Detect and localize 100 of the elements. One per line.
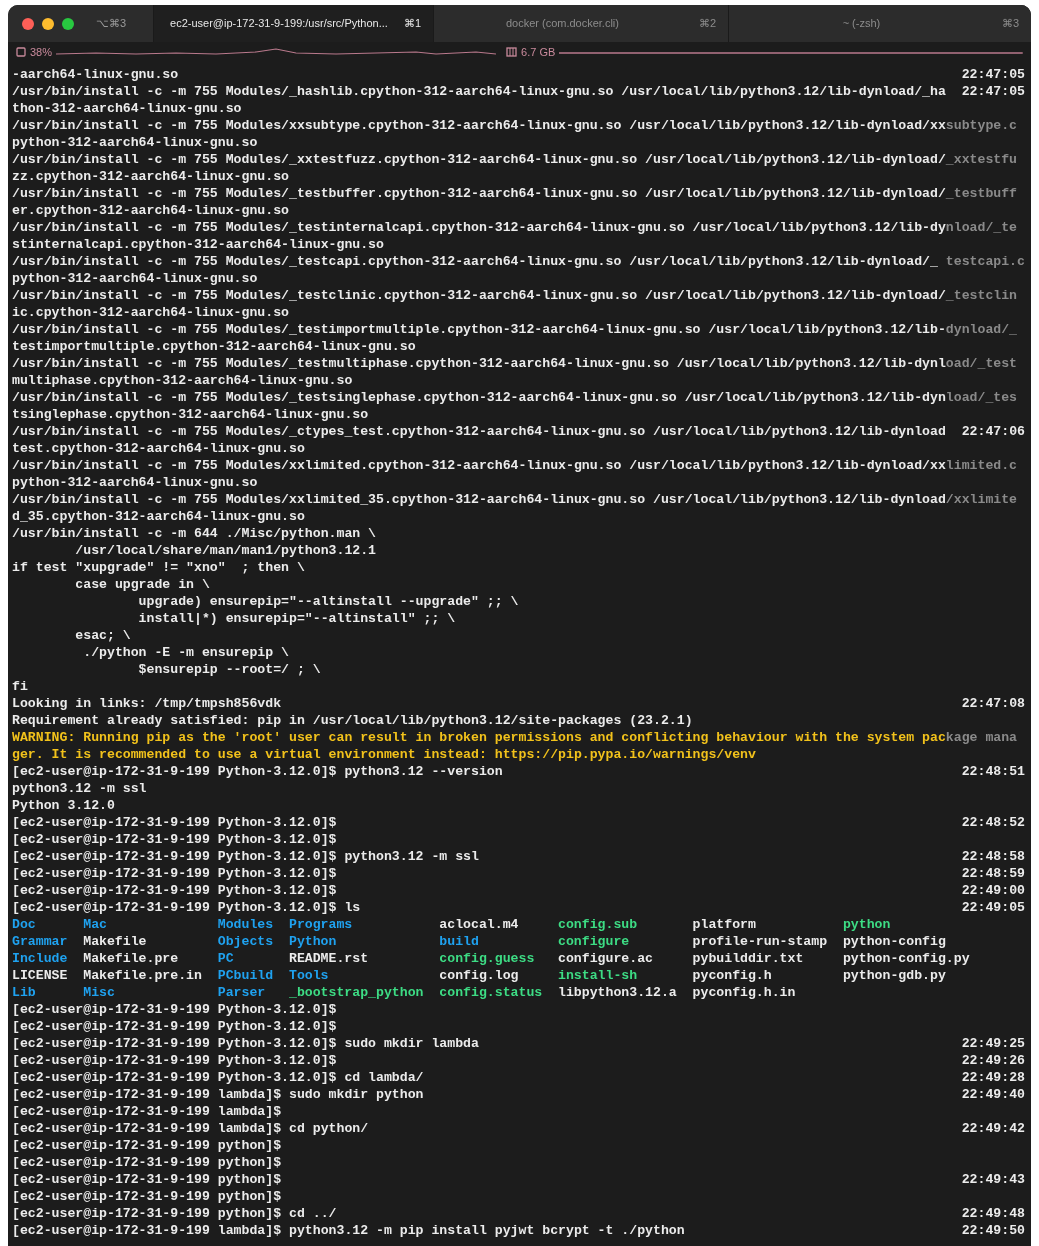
minimize-button[interactable] [42, 17, 54, 30]
timestamp: 22:49:26 [961, 1052, 1025, 1069]
file-name: config.sub [558, 917, 638, 932]
file-name: Parser [217, 985, 266, 1000]
terminal-line: python-312-aarch64-linux-gnu.so [12, 271, 258, 286]
terminal-line: -aarch64-linux-gnu.so [12, 67, 179, 82]
terminal-line: [ec2-user@ip-172-31-9-199 python]$ [12, 1172, 282, 1187]
terminal-line: fi [12, 679, 28, 694]
terminal-line: [ec2-user@ip-172-31-9-199 python]$ [12, 1138, 282, 1153]
terminal-line: /usr/bin/install -c -m 755 Modules/_testimportmultiple.cpython-312-aarch64-linux-gnu.so /usr/local/lib/python3.12/lib- [12, 322, 946, 337]
terminal-line: [ec2-user@ip-172-31-9-199 Python-3.12.0]$ sudo mkdir lambda [12, 1036, 479, 1051]
terminal-line: ./python -E -m ensurepip \ [82, 645, 289, 660]
terminal-line: test.cpython-312-aarch64-linux-gnu.so [12, 441, 305, 456]
terminal-line: /usr/bin/install -c -m 755 Modules/_testcapi.cpython-312-aarch64-linux-gnu.so /usr/local/lib/python3.12/lib-dynload/_ [12, 254, 938, 269]
terminal-tab[interactable]: ~ (-zsh) ⌘3 [728, 5, 1031, 42]
timestamp: 22:48:51 [961, 763, 1025, 780]
terminal-line: er.cpython-312-aarch64-linux-gnu.so [12, 203, 289, 218]
file-name: config.status [439, 985, 543, 1000]
terminal-line: multiphase.cpython-312-aarch64-linux-gnu.so [12, 373, 353, 388]
terminal-line: [ec2-user@ip-172-31-9-199 Python-3.12.0]$ [12, 1053, 337, 1068]
timestamp: 22:47:06 [961, 423, 1025, 440]
file-name: Lib [12, 985, 36, 1000]
terminal-line: /usr/local/share/man/man1/python3.12.1 [74, 543, 377, 558]
terminal-line: /usr/bin/install -c -m 755 Modules/_hashlib.cpython-312-aarch64-linux-gnu.so /usr/local/lib/python3.12/lib-dynload/_ha [12, 84, 946, 99]
file-name: LICENSE [12, 968, 68, 983]
terminal-line: Looking in links: /tmp/tmpsh856vdk [12, 696, 282, 711]
terminal-line: [ec2-user@ip-172-31-9-199 Python-3.12.0]$ [12, 883, 337, 898]
file-name: python-config.py [842, 951, 970, 966]
terminal-line: Requirement already satisfied: pip in /usr/local/lib/python3.12/site-packages (23.2.1) [12, 713, 693, 728]
terminal-line-overflow: dynload/_ [945, 321, 1018, 338]
terminal-line: [ec2-user@ip-172-31-9-199 Python-3.12.0]$ [12, 832, 337, 847]
file-name: Makefile.pre [83, 951, 179, 966]
timestamp: 22:49:48 [961, 1205, 1025, 1222]
timestamp: 22:49:05 [961, 899, 1025, 916]
terminal-line-overflow: _testclin [945, 287, 1018, 304]
terminal-line-overflow: /xxlimite [945, 491, 1018, 508]
file-name: Grammar [12, 934, 68, 949]
close-button[interactable] [22, 17, 34, 30]
terminal-line: [ec2-user@ip-172-31-9-199 Python-3.12.0]$ [12, 1019, 337, 1034]
file-name: Include [12, 951, 68, 966]
terminal-line: tsinglephase.cpython-312-aarch64-linux-gnu.so [12, 407, 369, 422]
terminal-line: [ec2-user@ip-172-31-9-199 python]$ cd ../ [12, 1206, 337, 1221]
terminal-line: /usr/bin/install -c -m 755 Modules/xxsubtype.cpython-312-aarch64-linux-gnu.so /usr/local/lib/python3.12/lib-dynload/xx [12, 118, 946, 133]
terminal-line-overflow: subtype.c [945, 117, 1018, 134]
terminal-line: python-312-aarch64-linux-gnu.so [12, 475, 258, 490]
timestamp: 22:49:40 [961, 1086, 1025, 1103]
terminal-line: [ec2-user@ip-172-31-9-199 Python-3.12.0]$ [12, 815, 337, 830]
file-name: python [842, 917, 891, 932]
terminal-line: /usr/bin/install -c -m 755 Modules/xxlimited_35.cpython-312-aarch64-linux-gnu.so /usr/local/lib/python3.12/lib-dynload [12, 492, 946, 507]
timestamp: 22:48:59 [961, 865, 1025, 882]
terminal-line-overflow: _testbuff [945, 185, 1018, 202]
zoom-button[interactable] [62, 17, 74, 30]
file-name: build [439, 934, 479, 949]
terminal-line-overflow: kage mana [945, 729, 1018, 746]
file-name: _bootstrap_python [288, 985, 424, 1000]
file-name: Mac [83, 917, 107, 932]
terminal-line: [ec2-user@ip-172-31-9-199 Python-3.12.0]$ python3.12 -m ssl [12, 849, 479, 864]
file-name: configure [558, 934, 630, 949]
terminal-line: /usr/bin/install -c -m 755 Modules/_testinternalcapi.cpython-312-aarch64-linux-gnu.so /usr/local/lib/python3.12/lib-dy [12, 220, 946, 235]
file-name: Modules [217, 917, 274, 932]
timestamp: 22:49:42 [961, 1120, 1025, 1137]
terminal-line: WARNING: Running pip as the 'root' user can result in broken permissions and conflicting behaviour with the system pac [12, 730, 946, 745]
file-name: config.log [439, 968, 519, 983]
terminal-line: thon-312-aarch64-linux-gnu.so [12, 101, 242, 116]
terminal-line-overflow: oad/_test [945, 355, 1018, 372]
terminal-line: [ec2-user@ip-172-31-9-199 Python-3.12.0]$ cd lambda/ [12, 1070, 424, 1085]
file-name: configure.ac [558, 951, 653, 966]
terminal-line-overflow: testcapi.c [945, 253, 1025, 270]
timestamp: 22:47:05 [961, 83, 1025, 100]
terminal-line: [ec2-user@ip-172-31-9-199 python]$ [12, 1155, 282, 1170]
terminal-line: [ec2-user@ip-172-31-9-199 Python-3.12.0]$ [12, 1002, 337, 1017]
terminal-line: [ec2-user@ip-172-31-9-199 lambda]$ sudo mkdir python [12, 1087, 424, 1102]
terminal-line: /usr/bin/install -c -m 644 ./Misc/python.man \ [12, 526, 377, 541]
terminal-line: [ec2-user@ip-172-31-9-199 python]$ [12, 1189, 282, 1204]
file-name: python-gdb.py [842, 968, 946, 983]
file-name: Programs [288, 917, 353, 932]
terminal-line: Python 3.12.0 [12, 798, 115, 813]
timestamp: 22:49:00 [961, 882, 1025, 899]
file-name: pybuilddir.txt [692, 951, 804, 966]
terminal-line: zz.cpython-312-aarch64-linux-gnu.so [12, 169, 289, 184]
terminal-line: ger. It is recommended to use a virtual environment instead: https://pip.pypa.io/warnings/venv [12, 747, 756, 762]
terminal-line-overflow: _xxtestfu [945, 151, 1018, 168]
timestamp: 22:48:58 [961, 848, 1025, 865]
memory-usage: 6.7 GB [521, 44, 556, 60]
terminal-tab[interactable]: ec2-user@ip-172-31-9-199:/usr/src/Python... ⌘1 [153, 5, 433, 42]
terminal-line: $ensurepip --root=/ ; \ [137, 662, 321, 677]
terminal-line: upgrade) ensurepip="--altinstall --upgrade" ;; \ [137, 594, 519, 609]
terminal-line-overflow: load/_tes [945, 389, 1018, 406]
file-name: libpython3.12.a [558, 985, 677, 1000]
timestamp: 22:47:05 [961, 66, 1025, 83]
memory-icon [506, 47, 518, 57]
window-shortcut: ⌥⌘3 [96, 16, 127, 32]
terminal-line-overflow: limited.c [945, 457, 1018, 474]
timestamp: 22:49:28 [961, 1069, 1025, 1086]
terminal-line: /usr/bin/install -c -m 755 Modules/_ctypes_test.cpython-312-aarch64-linux-gnu.so /usr/local/lib/python3.12/lib-dynload [12, 424, 946, 439]
file-name: Doc [12, 917, 36, 932]
file-name: install-sh [558, 968, 638, 983]
terminal-line: /usr/bin/install -c -m 755 Modules/_testbuffer.cpython-312-aarch64-linux-gnu.so /usr/local/lib/python3.12/lib-dynload/ [12, 186, 946, 201]
file-name: PCbuild [217, 968, 274, 983]
terminal-line: [ec2-user@ip-172-31-9-199 Python-3.12.0]$ python3.12 --version [12, 764, 503, 779]
